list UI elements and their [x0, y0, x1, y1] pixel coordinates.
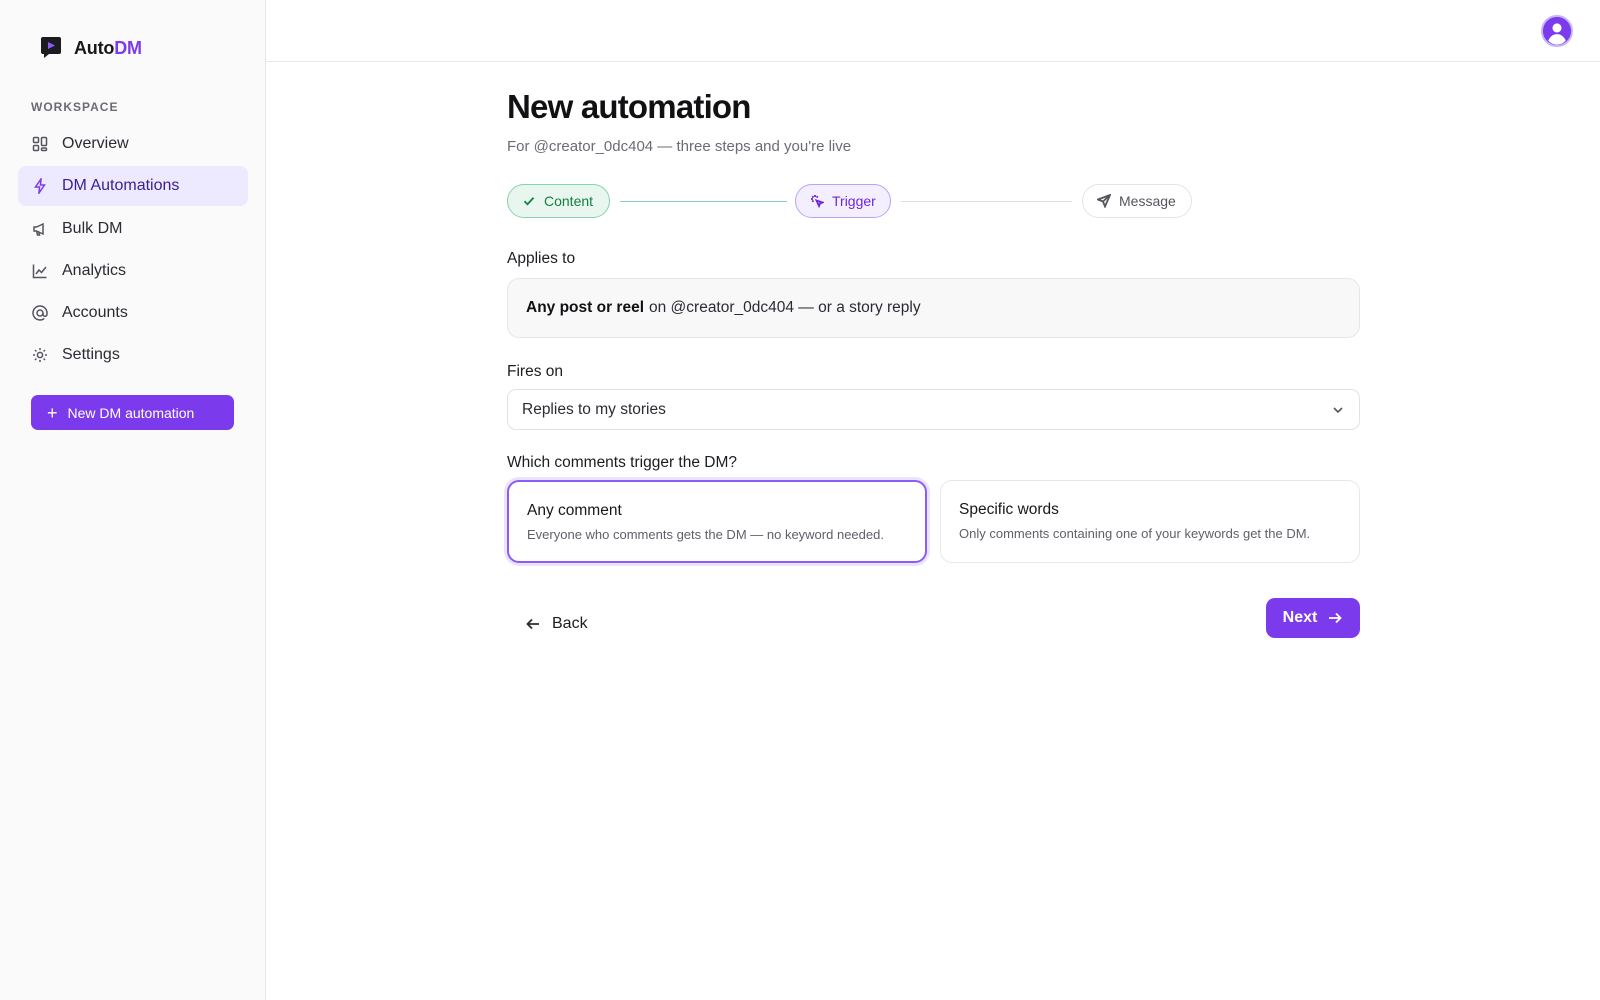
grid-icon [32, 136, 48, 152]
back-button[interactable]: Back [525, 604, 588, 644]
arrow-left-icon [526, 618, 539, 630]
at-sign-icon [32, 305, 48, 321]
step-label: Trigger [832, 193, 876, 209]
chevron-down-icon [1333, 407, 1343, 414]
sidebar-item-label: DM Automations [62, 177, 180, 195]
sidebar-nav: Overview DM Automations Bulk DM Analytic… [18, 124, 248, 378]
step-connector [620, 201, 787, 202]
sidebar-item-label: Settings [62, 346, 120, 364]
brand-name: AutoDM [74, 38, 142, 59]
applies-to-detail: on @creator_0dc404 — or a story reply [649, 299, 921, 316]
next-button[interactable]: Next [1266, 598, 1360, 638]
choice-title: Specific words [959, 501, 1059, 518]
user-avatar-icon[interactable] [1541, 15, 1573, 47]
sidebar-item-overview[interactable]: Overview [18, 124, 248, 164]
sidebar-item-label: Accounts [62, 304, 128, 322]
brand-name-prefix: Auto [74, 37, 115, 58]
sidebar-item-label: Bulk DM [62, 219, 123, 237]
sidebar-item-analytics[interactable]: Analytics [18, 251, 248, 291]
trigger-comments-label: Which comments trigger the DM? [507, 454, 737, 471]
step-content[interactable]: Content [507, 184, 610, 218]
sidebar-item-label: Overview [62, 135, 129, 152]
sidebar-item-accounts[interactable]: Accounts [18, 293, 248, 333]
line-chart-icon [32, 264, 47, 279]
brand[interactable]: AutoDM [40, 36, 142, 60]
new-dm-automation-button[interactable]: + New DM automation [31, 395, 234, 430]
applies-to-target: Any post or reel [526, 299, 644, 316]
check-icon [523, 197, 535, 206]
step-label: Content [544, 193, 594, 209]
step-connector [901, 201, 1072, 202]
avatar-silhouette [1543, 17, 1571, 45]
plus-icon: + [47, 402, 58, 423]
sidebar-item-settings[interactable]: Settings [18, 335, 248, 375]
choice-specific-words[interactable]: Specific words Only comments containing … [940, 480, 1360, 563]
choice-any-comment[interactable]: Any comment Everyone who comments gets t… [507, 480, 927, 563]
sidebar: AutoDM WORKSPACE Overview DM Automations… [0, 0, 266, 1000]
step-trigger[interactable]: Trigger [795, 184, 891, 218]
workspace-section-label: WORKSPACE [31, 100, 119, 114]
sun-gear-icon [33, 348, 47, 363]
chat-bubble-play-icon [41, 37, 61, 58]
lightning-icon [34, 178, 46, 195]
brand-name-accent: DM [114, 37, 142, 58]
next-label: Next [1282, 609, 1318, 626]
fires-on-select[interactable]: Replies to my stories [507, 389, 1360, 430]
arrow-right-icon [1329, 612, 1343, 624]
choice-description: Everyone who comments gets the DM — no k… [527, 527, 884, 542]
back-label: Back [552, 615, 588, 632]
page-subtitle: For @creator_0dc404 — three steps and yo… [507, 138, 852, 155]
choice-title: Any comment [527, 502, 622, 519]
megaphone-icon [33, 222, 44, 236]
sidebar-item-dm-automations[interactable]: DM Automations [18, 166, 248, 207]
fires-on-value: Replies to my stories [522, 400, 666, 418]
step-message[interactable]: Message [1082, 184, 1192, 218]
stepper: Content Trigger Message [507, 184, 1360, 218]
step-label: Message [1119, 193, 1176, 209]
sidebar-item-bulk-dm[interactable]: Bulk DM [18, 209, 248, 249]
topbar [266, 0, 1600, 62]
sidebar-item-label: Analytics [62, 261, 127, 279]
fires-on-label: Fires on [507, 363, 563, 380]
choice-description: Only comments containing one of your key… [959, 526, 1311, 541]
new-dm-automation-label: New DM automation [67, 404, 195, 421]
applies-to-label: Applies to [507, 250, 576, 267]
page-title: New automation [507, 88, 751, 125]
applies-to-box: Any post or reel on @creator_0dc404 — or… [507, 278, 1360, 338]
sparkle-pointer-icon [811, 195, 824, 208]
send-icon [1097, 194, 1111, 208]
